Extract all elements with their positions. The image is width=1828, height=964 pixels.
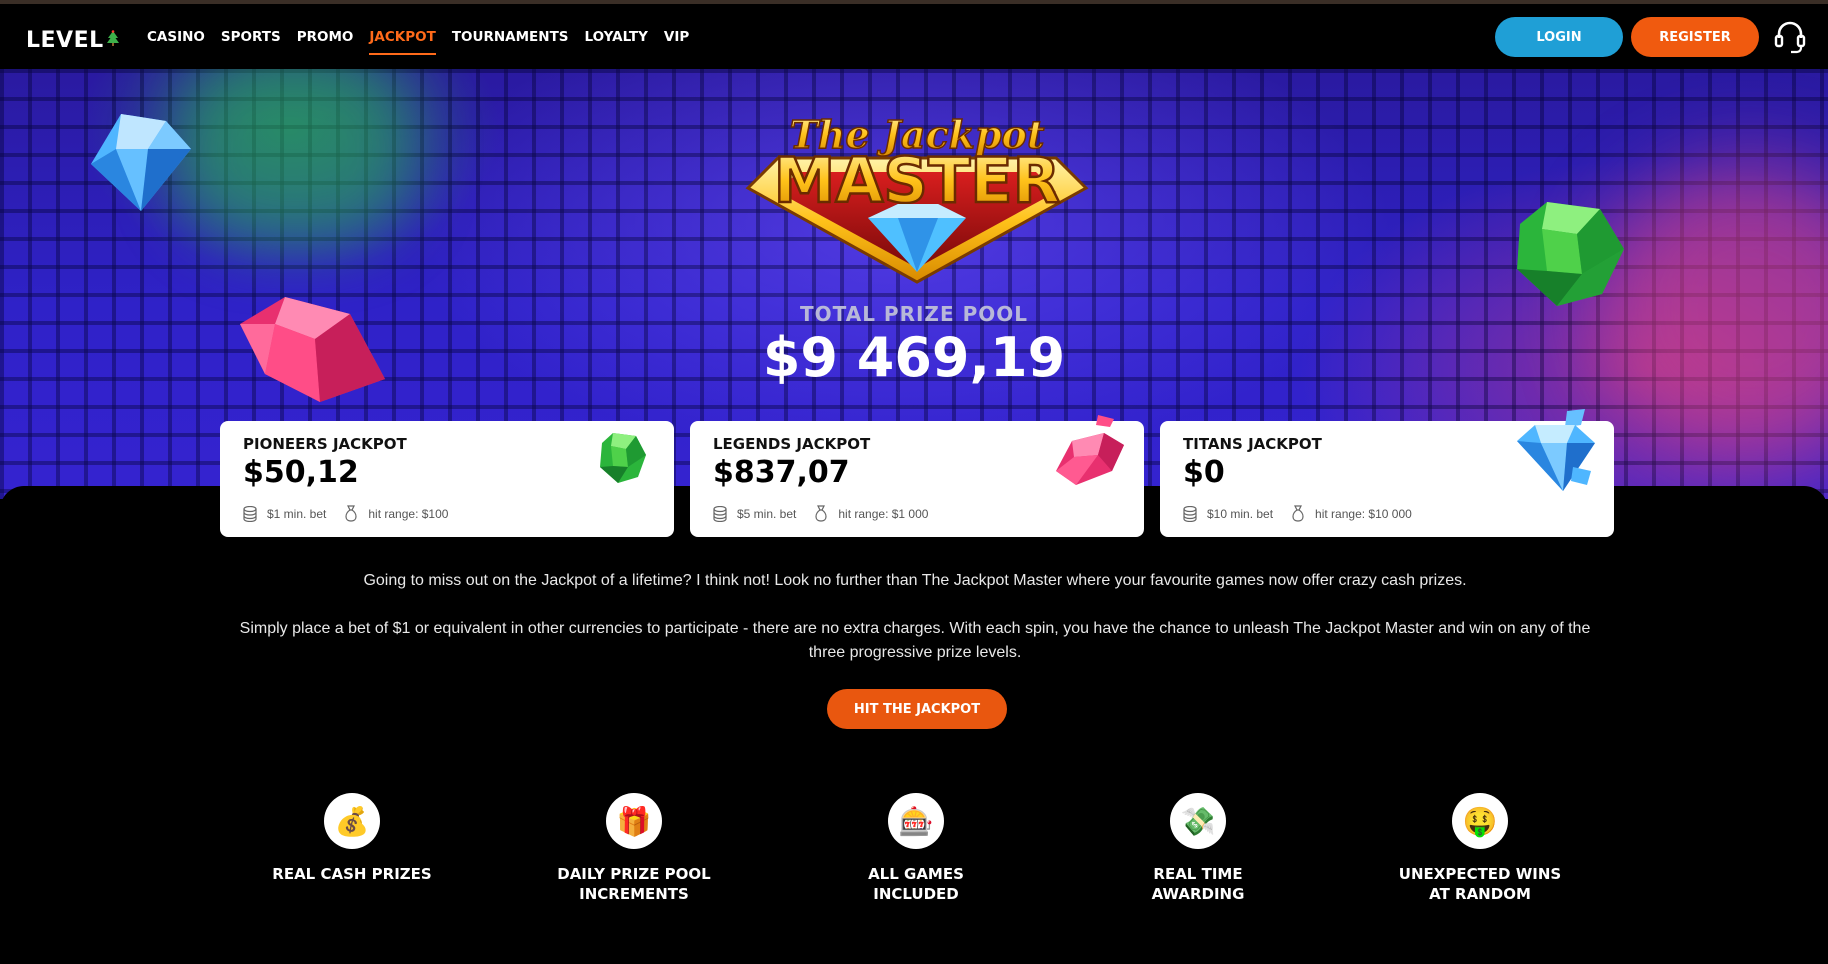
jackpot-master-logo: The Jackpot MASTER xyxy=(745,111,1089,284)
money-bag-icon: 💰 xyxy=(324,793,380,849)
feature-unexpected-wins: 🤑 UNEXPECTED WINS AT RANDOM xyxy=(1360,793,1600,904)
jackpot-value: $837,07 xyxy=(713,455,850,490)
jackpot-value: $0 xyxy=(1183,455,1225,490)
min-bet: $10 min. bet xyxy=(1207,506,1274,521)
jackpot-title: PIONEERS JACKPOT xyxy=(243,435,407,453)
nav-casino[interactable]: CASINO xyxy=(147,4,205,69)
gift-icon: 🎁 xyxy=(606,793,662,849)
nav-sports[interactable]: SPORTS xyxy=(221,4,281,69)
register-button[interactable]: REGISTER xyxy=(1631,17,1759,57)
feature-title-line2: INCLUDED xyxy=(873,885,959,903)
feature-title: REAL CASH PRIZES xyxy=(272,865,432,883)
hit-range: hit range: $10 000 xyxy=(1315,506,1412,521)
min-bet: $1 min. bet xyxy=(267,506,327,521)
feature-title: REAL TIME xyxy=(1153,865,1243,883)
site-header: LEVEL CASINO SPORTS PROMO JACKPOT TOURNA… xyxy=(0,4,1828,69)
coins-icon xyxy=(243,505,257,522)
feature-title: UNEXPECTED WINS xyxy=(1398,865,1562,883)
nav-tournaments[interactable]: TOURNAMENTS xyxy=(452,4,569,69)
blue-diamond-decoration xyxy=(91,114,191,211)
coins-icon xyxy=(1183,505,1197,522)
nav-vip[interactable]: VIP xyxy=(664,4,689,69)
jackpot-intro-text: Going to miss out on the Jackpot of a li… xyxy=(363,572,1467,589)
money-wings-icon: 💸 xyxy=(1170,793,1226,849)
site-logo[interactable]: LEVEL xyxy=(26,28,120,53)
min-bet: $5 min. bet xyxy=(737,506,797,521)
feature-real-cash-prizes: 💰 REAL CASH PRIZES xyxy=(232,793,472,884)
green-gem-icon xyxy=(600,433,646,483)
pioneers-jackpot-card[interactable]: PIONEERS JACKPOT $50,12 $1 min. bet hit … xyxy=(220,421,674,537)
green-gem-decoration xyxy=(1517,202,1624,306)
slot-machine-icon: 🎰 xyxy=(888,793,944,849)
login-button[interactable]: LOGIN xyxy=(1495,17,1623,57)
coins-icon xyxy=(713,505,727,522)
headset-icon[interactable] xyxy=(1774,20,1806,54)
legends-jackpot-card[interactable]: LEGENDS JACKPOT $837,07 $5 min. bet hit … xyxy=(690,415,1144,537)
jackpot-title: TITANS JACKPOT xyxy=(1183,435,1322,453)
jackpot-title: LEGENDS JACKPOT xyxy=(713,435,871,453)
feature-title: DAILY PRIZE POOL xyxy=(557,865,711,883)
feature-all-games: 🎰 ALL GAMES INCLUDED xyxy=(796,793,1036,904)
blurred-green-gem xyxy=(175,69,415,249)
feature-daily-prize-pool: 🎁 DAILY PRIZE POOL INCREMENTS xyxy=(514,793,754,904)
main-nav: CASINO SPORTS PROMO JACKPOT TOURNAMENTS … xyxy=(147,4,705,69)
feature-real-time: 💸 REAL TIME AWARDING xyxy=(1078,793,1318,904)
blue-diamond-icon xyxy=(1517,409,1595,491)
total-prize-pool-value: $9 469,19 xyxy=(762,326,1066,389)
pink-gem-icon xyxy=(1056,415,1124,485)
feature-title-line2: AT RANDOM xyxy=(1429,885,1531,903)
money-face-icon: 🤑 xyxy=(1452,793,1508,849)
nav-promo[interactable]: PROMO xyxy=(297,4,354,69)
money-bag-outline-icon xyxy=(815,505,827,522)
feature-title-line2: INCREMENTS xyxy=(579,885,689,903)
hit-the-jackpot-button[interactable]: HIT THE JACKPOT xyxy=(827,689,1007,729)
feature-title: ALL GAMES xyxy=(868,865,964,883)
logo-text: LEVEL xyxy=(26,28,104,53)
titans-jackpot-card[interactable]: TITANS JACKPOT $0 $10 min. bet hit range… xyxy=(1160,409,1614,537)
total-prize-pool-label: TOTAL PRIZE POOL xyxy=(800,302,1028,326)
nav-jackpot[interactable]: JACKPOT xyxy=(369,4,437,69)
christmas-tree-icon xyxy=(106,29,119,46)
hit-range: hit range: $1 000 xyxy=(838,506,929,521)
hit-range: hit range: $100 xyxy=(368,506,449,521)
nav-loyalty[interactable]: LOYALTY xyxy=(585,4,648,69)
feature-title-line2: AWARDING xyxy=(1151,885,1245,903)
money-bag-outline-icon xyxy=(1292,505,1304,522)
money-bag-outline-icon xyxy=(345,505,357,522)
jackpot-rules-text: Simply place a bet of $1 or equivalent i… xyxy=(239,620,1591,661)
jackpot-value: $50,12 xyxy=(243,455,359,490)
